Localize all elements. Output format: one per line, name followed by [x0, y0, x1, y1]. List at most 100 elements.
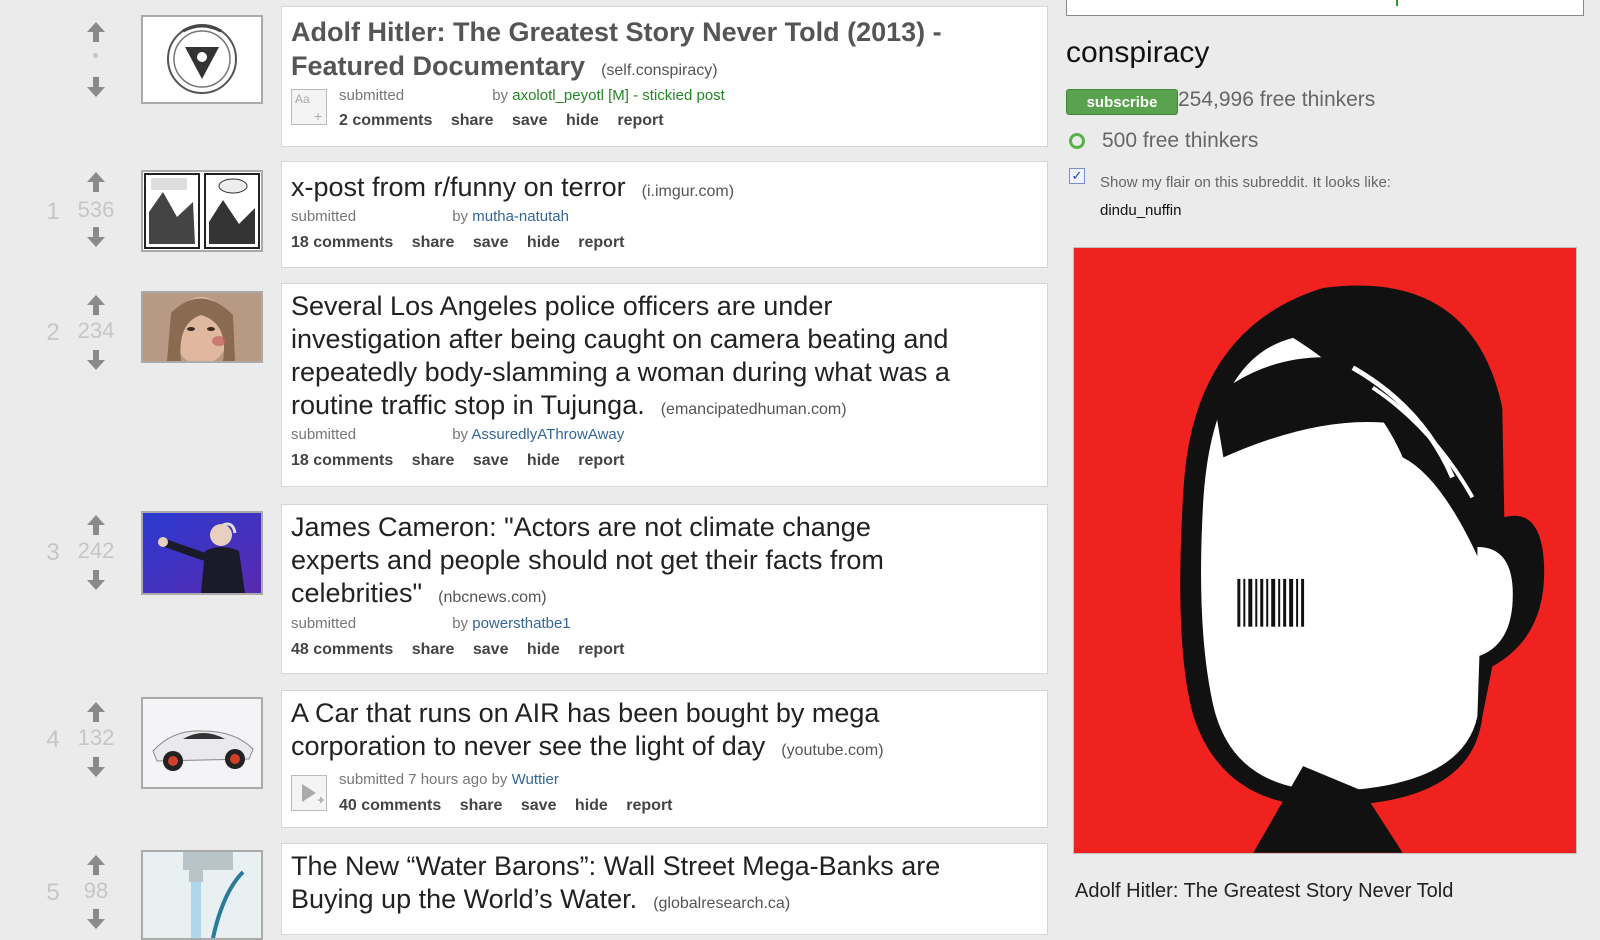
post-card: Several Los Angeles police officers are … [281, 283, 1048, 487]
upvote-arrow-icon[interactable] [76, 513, 116, 537]
author-link[interactable]: mutha-natutah [472, 208, 569, 225]
post-buttons: 2 comments share save hide report [339, 112, 678, 130]
author-link[interactable]: AssuredlyAThrowAway [471, 426, 624, 443]
checkbox-checked-icon[interactable]: ✓ [1069, 168, 1085, 184]
report-link[interactable]: report [626, 797, 672, 814]
flair-toggle-label: Show my flair on this subreddit. It look… [1100, 174, 1391, 191]
comments-link[interactable]: 18 comments [291, 234, 393, 251]
upvote-arrow-icon[interactable] [76, 20, 116, 44]
thumbnail-speaker[interactable] [141, 511, 263, 595]
post-card: A Car that runs on AIR has been bought b… [281, 690, 1048, 828]
save-link[interactable]: save [521, 797, 557, 814]
thumbnail-water-tap[interactable] [141, 850, 263, 940]
comments-link[interactable]: 40 comments [339, 797, 441, 814]
hide-link[interactable]: hide [527, 641, 560, 658]
aa-glyph: Aa [295, 92, 310, 106]
post-title-line3[interactable]: repeatedly body-slamming a woman during … [291, 356, 950, 389]
post-score: 536 [77, 197, 115, 222]
share-link[interactable]: share [412, 641, 455, 658]
report-link[interactable]: report [617, 112, 663, 129]
post-domain[interactable]: (globalresearch.ca) [653, 895, 790, 912]
post-title-line2-text[interactable]: Featured Documentary [291, 51, 585, 81]
post-title-line2[interactable]: Buying up the World’s Water. (globalresea… [291, 883, 790, 920]
save-link[interactable]: save [512, 112, 548, 129]
hide-link[interactable]: hide [566, 112, 599, 129]
post-title-line2[interactable]: corporation to never see the light of da… [291, 730, 884, 767]
post-title[interactable]: x-post from r/funny on terror (i.imgur.co… [291, 171, 734, 208]
downvote-arrow-icon[interactable] [76, 348, 116, 372]
author-link[interactable]: axolotl_peyotl [512, 87, 604, 104]
post-score: 242 [77, 538, 115, 563]
post-title-line4-text[interactable]: routine traffic stop in Tujunga. [291, 390, 645, 420]
post-tagline: submitted 7 hours ago by Wuttier [339, 771, 559, 788]
downvote-arrow-icon[interactable] [76, 568, 116, 592]
post-rank: 1 [46, 198, 60, 225]
post-title-line3[interactable]: celebrities" (nbcnews.com) [291, 577, 547, 614]
downvote-arrow-icon[interactable] [76, 75, 116, 99]
report-link[interactable]: report [578, 641, 624, 658]
thumbnail-face[interactable] [141, 291, 263, 363]
save-link[interactable]: save [473, 452, 509, 469]
report-link[interactable]: report [578, 452, 624, 469]
post-title-line1[interactable]: The New “Water Barons”: Wall Street Mega… [291, 850, 940, 883]
video-expando-icon[interactable] [291, 775, 327, 811]
hide-link[interactable]: hide [527, 234, 560, 251]
post: 5 98 The New “Water Barons”: Wall Street… [0, 843, 1060, 940]
author-link[interactable]: Wuttier [512, 771, 559, 788]
upvote-arrow-icon[interactable] [76, 293, 116, 317]
post-title-line1[interactable]: Several Los Angeles police officers are … [291, 290, 832, 323]
post-title-line1[interactable]: A Car that runs on AIR has been bought b… [291, 697, 879, 730]
post-title-line2[interactable]: investigation after being caught on came… [291, 323, 948, 356]
thumbnail-seal[interactable] [141, 15, 263, 104]
share-link[interactable]: share [412, 452, 455, 469]
post-rank: 3 [46, 539, 60, 566]
upvote-arrow-icon[interactable] [76, 170, 116, 194]
post-title-line2[interactable]: experts and people should not get their … [291, 544, 884, 577]
post-title-line2-text[interactable]: corporation to never see the light of da… [291, 731, 765, 761]
hide-link[interactable]: hide [527, 452, 560, 469]
hide-link[interactable]: hide [575, 797, 608, 814]
by-text: by [452, 426, 469, 443]
comments-link[interactable]: 18 comments [291, 452, 393, 469]
post-domain[interactable]: (i.imgur.com) [642, 183, 734, 200]
post-title-line3-text[interactable]: celebrities" [291, 578, 422, 608]
poster-caption[interactable]: Adolf Hitler: The Greatest Story Never T… [1075, 880, 1453, 903]
online-indicator-icon [1069, 133, 1085, 149]
post-score: 234 [77, 318, 115, 343]
post-title-line2-text[interactable]: Buying up the World’s Water. [291, 884, 637, 914]
share-link[interactable]: share [412, 234, 455, 251]
downvote-arrow-icon[interactable] [76, 225, 116, 249]
thumbnail-comic[interactable] [141, 170, 263, 252]
post-domain[interactable]: (self.conspiracy) [601, 62, 717, 79]
sidebar-poster-image[interactable] [1073, 247, 1577, 854]
post-score: 132 [77, 725, 115, 750]
downvote-arrow-icon[interactable] [76, 755, 116, 779]
comments-link[interactable]: 48 comments [291, 641, 393, 658]
post-domain[interactable]: (nbcnews.com) [438, 589, 546, 606]
plus-glyph: + [314, 108, 323, 124]
downvote-arrow-icon[interactable] [76, 907, 116, 931]
author-flags: [M] - stickied post [608, 87, 725, 104]
thumbnail-car[interactable] [141, 697, 263, 789]
post-title-text[interactable]: x-post from r/funny on terror [291, 172, 626, 202]
share-link[interactable]: share [451, 112, 494, 129]
save-link[interactable]: save [473, 234, 509, 251]
text-post-expando-icon[interactable]: Aa + [291, 89, 327, 125]
subreddit-name[interactable]: conspiracy [1066, 36, 1209, 70]
report-link[interactable]: report [578, 234, 624, 251]
post-title-line1[interactable]: James Cameron: "Actors are not climate c… [291, 511, 871, 544]
author-link[interactable]: powersthatbe1 [472, 615, 570, 632]
upvote-arrow-icon[interactable] [76, 853, 116, 877]
post-domain[interactable]: (emancipatedhuman.com) [661, 401, 847, 418]
box-accent-mark [1396, 0, 1398, 6]
upvote-arrow-icon[interactable] [76, 700, 116, 724]
post-title-line4[interactable]: routine traffic stop in Tujunga. (emancip… [291, 389, 847, 426]
comments-link[interactable]: 2 comments [339, 112, 432, 129]
save-link[interactable]: save [473, 641, 509, 658]
post-title-line2[interactable]: Featured Documentary (self.conspiracy) [291, 50, 718, 87]
subscribe-button[interactable]: subscribe [1066, 89, 1178, 115]
share-link[interactable]: share [460, 797, 503, 814]
post-title[interactable]: Adolf Hitler: The Greatest Story Never T… [291, 16, 942, 49]
post-domain[interactable]: (youtube.com) [781, 742, 883, 759]
submitted-text: submitted [291, 615, 357, 632]
